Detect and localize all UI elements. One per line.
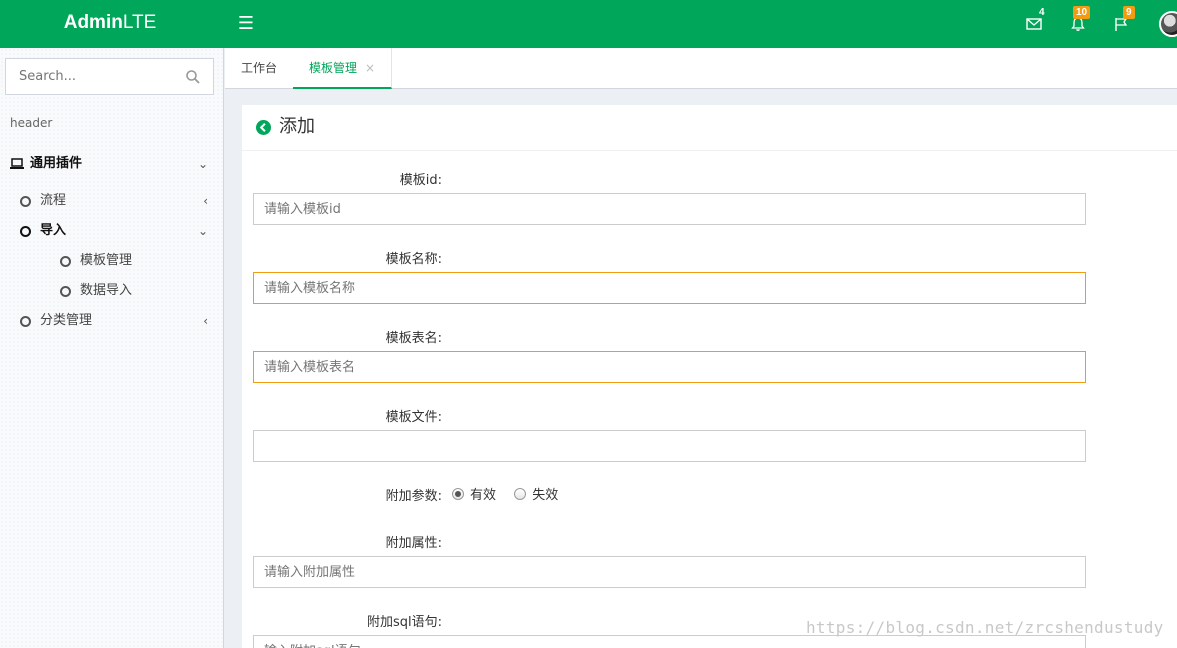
user-avatar[interactable] bbox=[1159, 11, 1177, 37]
sidebar-item-label: 模板管理 bbox=[80, 253, 133, 268]
page-tabs: 工作台 模板管理 × bbox=[225, 48, 1177, 89]
search-icon[interactable] bbox=[185, 69, 201, 85]
notifications-menu[interactable]: 10 bbox=[1070, 6, 1092, 34]
radio-invalid[interactable] bbox=[514, 488, 527, 500]
divider bbox=[242, 150, 1177, 151]
template-name-input[interactable] bbox=[253, 272, 1086, 304]
tab-label: 模板管理 bbox=[309, 61, 358, 75]
template-file-input[interactable] bbox=[253, 430, 1086, 462]
sidebar-item-label: 导入 bbox=[40, 223, 67, 238]
sidebar-item-data-import[interactable]: 数据导入 bbox=[0, 277, 224, 305]
sidebar: header 通用插件 ⌄ 流程 ‹ 导入 ⌄ 模板管理 数据导入 分类管理 ‹ bbox=[0, 48, 224, 648]
form-box: 添加 模板id: 模板名称: 模板表名: 模板文件: 附加参数: 有效 失效 附… bbox=[242, 105, 1177, 648]
sidebar-item-label: 流程 bbox=[40, 193, 67, 208]
tab-template-mgmt[interactable]: 模板管理 × bbox=[293, 48, 393, 89]
sidebar-section-header: header bbox=[10, 116, 53, 130]
circle-icon bbox=[60, 256, 71, 267]
messages-menu[interactable]: 4 bbox=[1026, 7, 1048, 34]
chevron-left-icon: ‹ bbox=[203, 194, 208, 208]
sidebar-item-label: 数据导入 bbox=[80, 283, 133, 298]
app-logo[interactable]: AdminLTE bbox=[0, 0, 220, 48]
sidebar-item-label: 通用插件 bbox=[30, 156, 83, 171]
sidebar-search bbox=[5, 58, 214, 95]
template-file-label: 模板文件: bbox=[385, 410, 442, 425]
messages-badge: 4 bbox=[1039, 7, 1045, 18]
template-id-label: 模板id: bbox=[399, 173, 442, 188]
circle-icon bbox=[20, 226, 31, 237]
sidebar-item-flow[interactable]: 流程 ‹ bbox=[0, 187, 224, 215]
extra-attrs-label: 附加属性: bbox=[385, 536, 442, 551]
tab-workbench[interactable]: 工作台 bbox=[225, 48, 295, 89]
notifications-badge: 10 bbox=[1073, 6, 1091, 19]
extra-sql-label: 附加sql语句: bbox=[366, 615, 442, 630]
template-table-input[interactable] bbox=[253, 351, 1086, 383]
watermark: https://blog.csdn.net/zrcshendustudy bbox=[806, 618, 1164, 637]
sidebar-item-plugins[interactable]: 通用插件 ⌄ bbox=[0, 150, 224, 178]
radio-valid[interactable] bbox=[452, 488, 464, 500]
circle-icon bbox=[20, 196, 31, 207]
top-navbar: AdminLTE ☰ 4 10 9 bbox=[0, 0, 1177, 48]
sidebar-item-category-mgmt[interactable]: 分类管理 ‹ bbox=[0, 307, 224, 335]
chevron-left-icon: ‹ bbox=[203, 314, 208, 328]
chevron-down-icon: ⌄ bbox=[197, 224, 208, 238]
tasks-badge: 9 bbox=[1123, 6, 1135, 19]
sidebar-item-label: 分类管理 bbox=[40, 313, 93, 328]
radio-valid-label: 有效 bbox=[470, 488, 497, 503]
tasks-menu[interactable]: 9 bbox=[1114, 6, 1136, 34]
circle-icon bbox=[20, 316, 31, 327]
back-arrow-icon[interactable] bbox=[256, 120, 271, 135]
form-title: 添加 bbox=[279, 116, 315, 137]
template-name-label: 模板名称: bbox=[385, 252, 442, 267]
radio-invalid-label: 失效 bbox=[532, 488, 559, 503]
extra-params-label: 附加参数: bbox=[385, 489, 442, 504]
close-icon[interactable]: × bbox=[365, 61, 375, 75]
template-id-input[interactable] bbox=[253, 193, 1086, 225]
circle-icon bbox=[60, 286, 71, 297]
laptop-icon bbox=[10, 158, 24, 169]
extra-attrs-input[interactable] bbox=[253, 556, 1086, 588]
search-input[interactable] bbox=[6, 59, 176, 94]
sidebar-toggle-icon[interactable]: ☰ bbox=[236, 14, 256, 34]
tab-label: 工作台 bbox=[241, 61, 278, 75]
sidebar-item-import[interactable]: 导入 ⌄ bbox=[0, 217, 224, 245]
template-table-label: 模板表名: bbox=[385, 331, 442, 346]
extra-params-radio-group: 有效 失效 bbox=[452, 487, 558, 505]
sidebar-item-template-mgmt[interactable]: 模板管理 bbox=[0, 247, 224, 275]
chevron-down-icon: ⌄ bbox=[197, 157, 208, 171]
